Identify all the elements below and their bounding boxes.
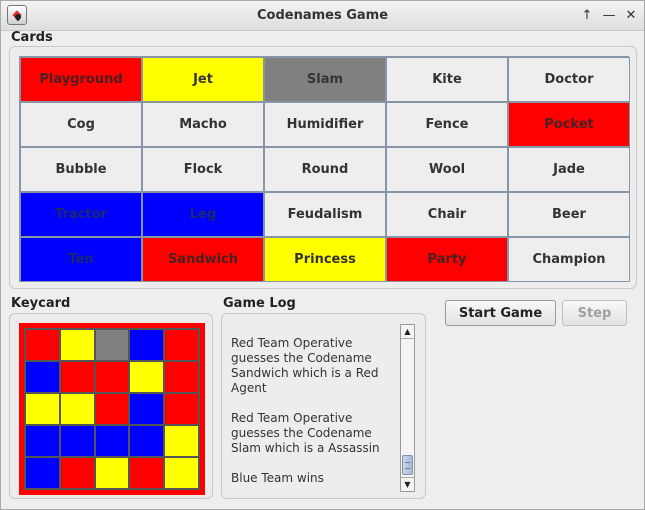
keycard-cell	[59, 457, 95, 489]
game-log-content: Red Team Operative guesses the Codename Sa…	[231, 336, 403, 486]
game-log-text[interactable]: Red Team Operative guesses the Codename Sa…	[231, 314, 403, 494]
keycard-cell	[164, 329, 199, 361]
card-doctor[interactable]: Doctor	[508, 57, 630, 102]
keycard-cell	[94, 361, 130, 393]
game-log-scrollbar[interactable]: ▲ ▼	[400, 324, 415, 492]
cards-label: Cards	[11, 30, 53, 45]
cards-panel: Playground Jet Slam Kite Doctor Cog Macho Humid…	[9, 46, 637, 289]
scroll-down-icon[interactable]: ▼	[401, 477, 414, 491]
keycard-cell	[164, 457, 199, 489]
scroll-thumb[interactable]	[402, 455, 413, 475]
log-line: Blue Team wins	[231, 471, 324, 485]
keycard-cell	[25, 329, 60, 361]
keycard-cell	[94, 393, 130, 425]
card-jet[interactable]: Jet	[142, 57, 264, 102]
log-line: guesses the Codename	[231, 351, 372, 365]
keycard-label: Keycard	[11, 296, 71, 311]
card-tractor[interactable]: Tractor	[20, 192, 142, 237]
close-icon[interactable]: ✕	[620, 5, 642, 27]
game-log-label: Game Log	[223, 296, 296, 311]
main-window: Codenames Game ↑ — ✕ Cards Playground Jet…	[0, 0, 645, 510]
card-macho[interactable]: Macho	[142, 102, 264, 147]
card-jade[interactable]: Jade	[508, 147, 630, 192]
card-cog[interactable]: Cog	[20, 102, 142, 147]
keycard-grid	[24, 328, 200, 490]
window-title: Codenames Game	[256, 8, 389, 23]
keycard-cell	[129, 425, 165, 457]
log-line: guesses the Codename	[231, 426, 372, 440]
keycard-cell	[164, 425, 199, 457]
card-leg[interactable]: Leg	[142, 192, 264, 237]
minimize-icon[interactable]: —	[598, 5, 620, 27]
keycard-cell	[129, 329, 165, 361]
game-log-panel: Red Team Operative guesses the Codename Sa…	[221, 313, 426, 499]
keycard-cell	[164, 393, 199, 425]
card-fence[interactable]: Fence	[386, 102, 508, 147]
card-flock[interactable]: Flock	[142, 147, 264, 192]
card-kite[interactable]: Kite	[386, 57, 508, 102]
card-slam[interactable]: Slam	[264, 57, 386, 102]
card-champion[interactable]: Champion	[508, 237, 630, 282]
maximize-icon[interactable]: ↑	[576, 5, 598, 27]
card-grid: Playground Jet Slam Kite Doctor Cog Macho Humid…	[19, 56, 630, 282]
card-feudalism[interactable]: Feudalism	[264, 192, 386, 237]
keycard-cell	[94, 457, 130, 489]
keycard-cell	[25, 393, 60, 425]
card-playground[interactable]: Playground	[20, 57, 142, 102]
keycard-cell	[94, 425, 130, 457]
keycard-cell	[59, 329, 95, 361]
card-bubble[interactable]: Bubble	[20, 147, 142, 192]
card-humidifier[interactable]: Humidifier	[264, 102, 386, 147]
start-game-button[interactable]: Start Game	[445, 300, 556, 326]
card-sandwich[interactable]: Sandwich	[142, 237, 264, 282]
keycard	[19, 323, 205, 495]
step-button[interactable]: Step	[562, 300, 627, 326]
log-line: Slam which is a Assassin	[231, 441, 380, 455]
card-beer[interactable]: Beer	[508, 192, 630, 237]
card-party[interactable]: Party	[386, 237, 508, 282]
keycard-cell	[94, 329, 130, 361]
keycard-cell	[59, 425, 95, 457]
keycard-cell	[25, 425, 60, 457]
keycard-cell	[59, 393, 95, 425]
card-wool[interactable]: Wool	[386, 147, 508, 192]
keycard-cell	[25, 361, 60, 393]
card-ten[interactable]: Ten	[20, 237, 142, 282]
card-chair[interactable]: Chair	[386, 192, 508, 237]
log-line: Sandwich which is a Red	[231, 366, 379, 380]
log-line: Agent	[231, 381, 267, 395]
keycard-cell	[164, 361, 199, 393]
card-pocket[interactable]: Pocket	[508, 102, 630, 147]
card-princess[interactable]: Princess	[264, 237, 386, 282]
keycard-cell	[129, 361, 165, 393]
keycard-cell	[129, 393, 165, 425]
log-line: Red Team Operative	[231, 411, 353, 425]
card-round[interactable]: Round	[264, 147, 386, 192]
scroll-up-icon[interactable]: ▲	[401, 325, 414, 339]
title-bar[interactable]: Codenames Game ↑ — ✕	[1, 1, 644, 31]
keycard-cell	[25, 457, 60, 489]
keycard-cell	[59, 361, 95, 393]
log-line: Red Team Operative	[231, 336, 353, 350]
keycard-cell	[129, 457, 165, 489]
keycard-panel	[9, 313, 213, 499]
